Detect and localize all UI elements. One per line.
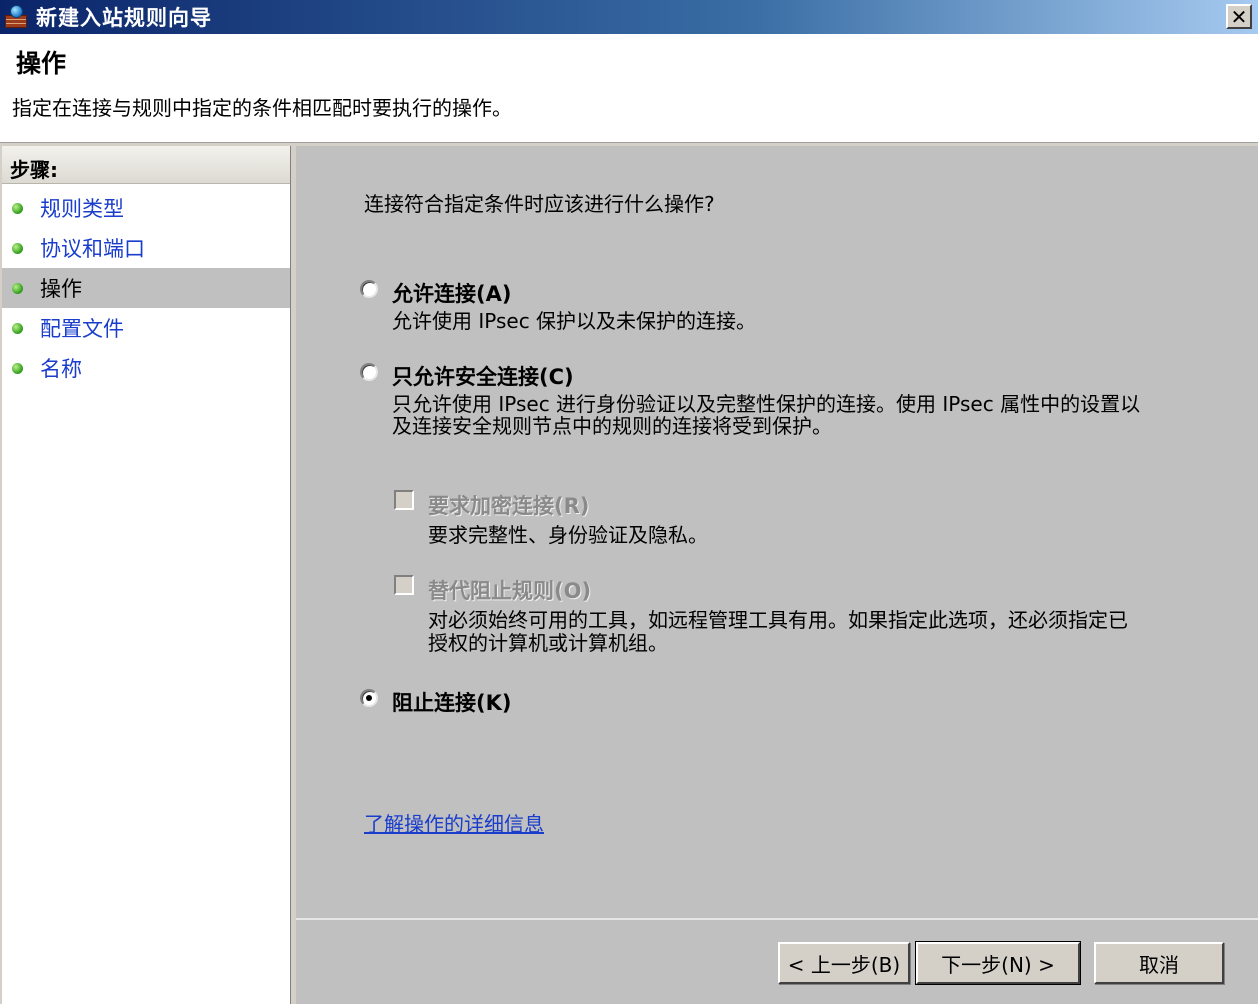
step-name[interactable]: 名称: [2, 348, 290, 388]
action-question: 连接符合指定条件时应该进行什么操作?: [364, 192, 715, 216]
step-status-icon: [12, 362, 23, 374]
block-connection-radio[interactable]: [360, 689, 378, 707]
allow-connection-radio[interactable]: [360, 280, 378, 298]
learn-more-link[interactable]: 了解操作的详细信息: [364, 808, 544, 837]
allow-connection-description: 允许使用 IPsec 保护以及未保护的连接。: [392, 309, 757, 333]
require-encryption-description: 要求完整性、身份验证及隐私。: [428, 523, 708, 547]
page-title: 操作: [16, 49, 67, 78]
override-block-label[interactable]: 替代阻止规则(O): [428, 575, 591, 605]
steps-panel: 步骤: 规则类型 协议和端口 操作 配置文件 名称: [2, 146, 291, 1004]
cancel-button[interactable]: 取消: [1094, 942, 1224, 984]
wizard-header: 操作 指定在连接与规则中指定的条件相匹配时要执行的操作。: [0, 34, 1258, 143]
steps-heading: 步骤:: [2, 146, 290, 184]
main-panel: 连接符合指定条件时应该进行什么操作? 允许连接(A) 允许使用 IPsec 保护…: [296, 146, 1258, 918]
require-encryption-label[interactable]: 要求加密连接(R): [428, 490, 589, 520]
step-label: 配置文件: [40, 317, 124, 341]
allow-connection-label[interactable]: 允许连接(A): [392, 278, 511, 308]
step-action[interactable]: 操作: [2, 268, 290, 308]
allow-secure-radio[interactable]: [360, 363, 378, 381]
block-connection-label[interactable]: 阻止连接(K): [392, 687, 511, 717]
window-title: 新建入站规则向导: [36, 6, 212, 30]
override-block-description-line2: 授权的计算机或计算机组。: [428, 631, 668, 655]
override-block-description-line1: 对必须始终可用的工具，如远程管理工具有用。如果指定此选项，还必须指定已: [428, 608, 1128, 632]
step-rule-type[interactable]: 规则类型: [2, 188, 290, 228]
page-description: 指定在连接与规则中指定的条件相匹配时要执行的操作。: [12, 96, 512, 120]
step-status-icon: [12, 282, 23, 294]
close-icon: ✕: [1230, 4, 1248, 29]
override-block-checkbox[interactable]: [394, 575, 414, 595]
close-button[interactable]: ✕: [1226, 4, 1252, 29]
next-button[interactable]: 下一步(N) >: [915, 941, 1081, 985]
back-button[interactable]: < 上一步(B): [778, 942, 910, 984]
allow-secure-label[interactable]: 只允许安全连接(C): [392, 361, 574, 391]
step-label: 规则类型: [40, 197, 124, 221]
allow-secure-description-line2: 及连接安全规则节点中的规则的连接将受到保护。: [392, 414, 832, 438]
step-status-icon: [12, 202, 23, 214]
step-label: 操作: [40, 277, 82, 301]
step-label: 名称: [40, 357, 82, 381]
allow-secure-description-line1: 只允许使用 IPsec 进行身份验证以及完整性保护的连接。使用 IPsec 属性…: [392, 392, 1141, 416]
button-bar: < 上一步(B) 下一步(N) > 取消: [296, 918, 1258, 1004]
step-status-icon: [12, 242, 23, 254]
firewall-icon: [4, 4, 30, 30]
step-profile[interactable]: 配置文件: [2, 308, 290, 348]
title-bar[interactable]: 新建入站规则向导 ✕: [0, 0, 1258, 34]
step-protocol-ports[interactable]: 协议和端口: [2, 228, 290, 268]
step-label: 协议和端口: [40, 237, 145, 261]
step-status-icon: [12, 322, 23, 334]
require-encryption-checkbox[interactable]: [394, 490, 414, 510]
